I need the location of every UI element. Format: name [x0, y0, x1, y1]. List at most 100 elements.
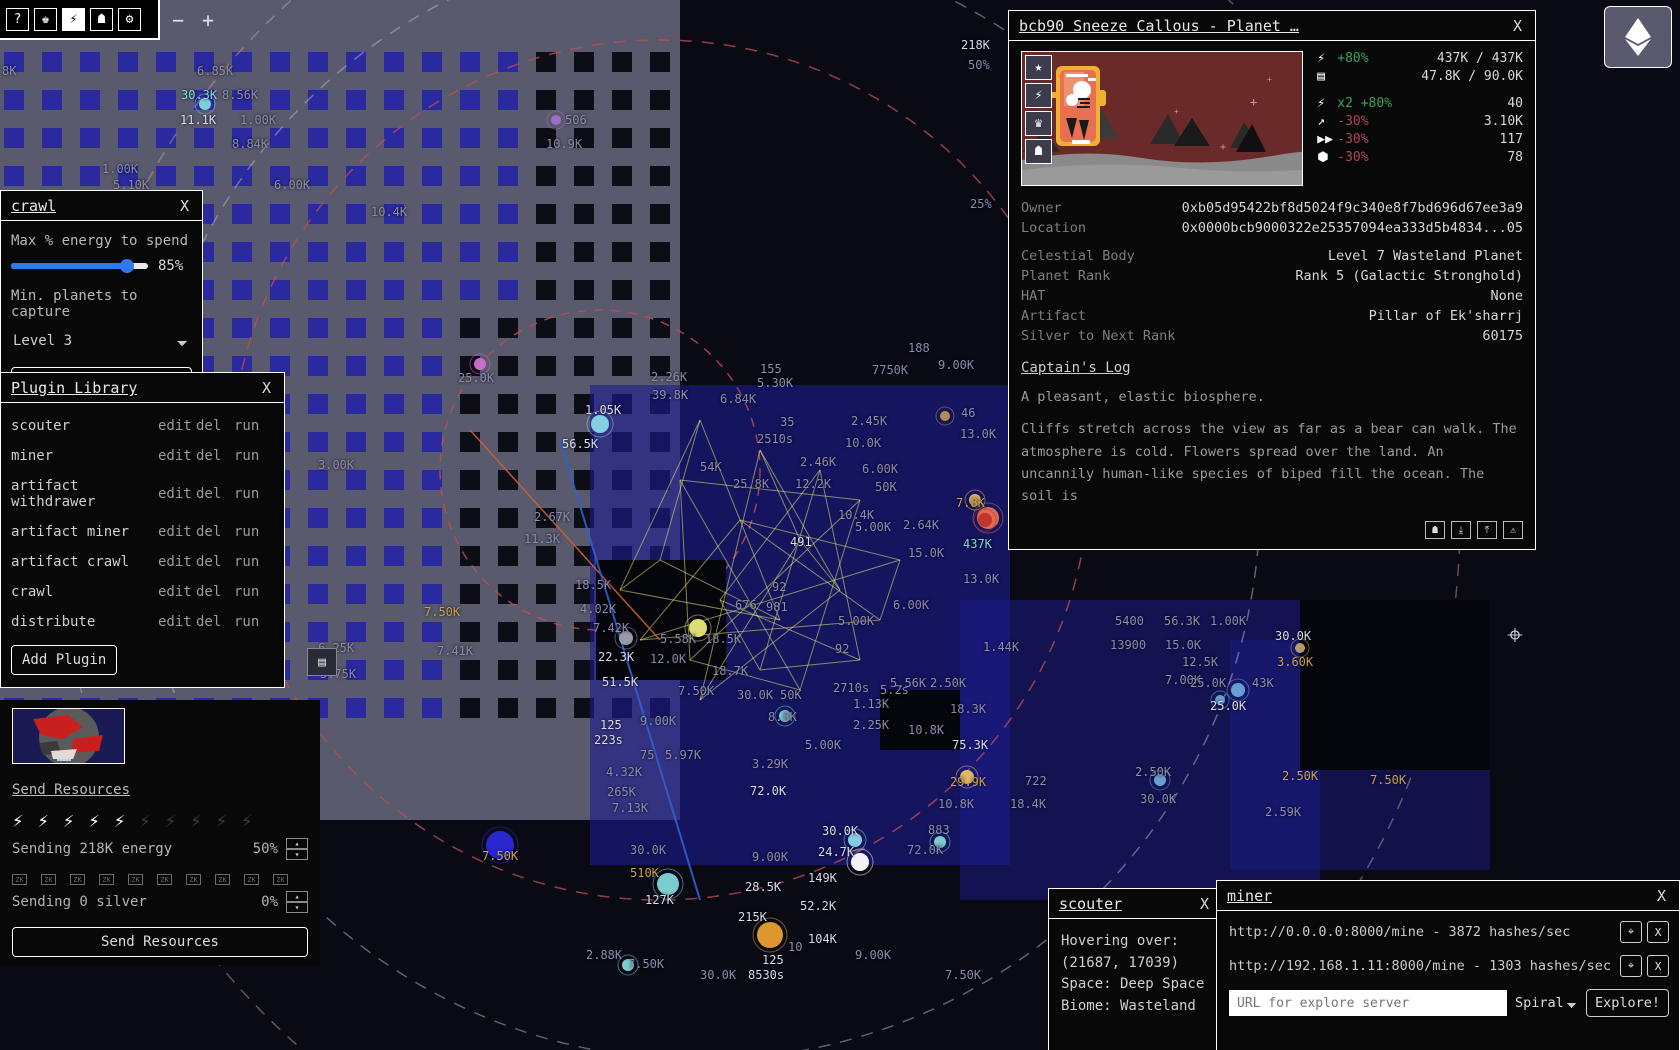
- silver-step-down[interactable]: ▾: [286, 902, 308, 913]
- plugin-edit-button[interactable]: edit: [158, 486, 196, 502]
- energy-bolt-icon[interactable]: ⚡: [114, 810, 125, 832]
- energy-bolt-icon[interactable]: ⚡: [37, 810, 48, 832]
- plugin-icon[interactable]: ⚡: [62, 7, 85, 31]
- silver-icon[interactable]: ZK: [12, 874, 27, 885]
- minimap-toggle-icon[interactable]: ▤: [307, 648, 337, 676]
- plugin-run-button[interactable]: run: [234, 448, 272, 464]
- plugin-run-button[interactable]: run: [234, 524, 272, 540]
- silver-icon[interactable]: ZK: [273, 874, 288, 885]
- explore-button[interactable]: Explore!: [1585, 989, 1669, 1017]
- map-label: 10.0K: [845, 436, 882, 450]
- warning-icon[interactable]: ⚠: [1503, 521, 1523, 540]
- map-label: 30.3K: [181, 88, 218, 102]
- planet-stat-row: ⚡ +80% 437K / 437K: [1317, 51, 1523, 66]
- zoom-in-button[interactable]: +: [202, 8, 214, 32]
- silver-stepper[interactable]: ▴ ▾: [286, 891, 308, 913]
- miner-remove-button[interactable]: X: [1647, 955, 1669, 977]
- trophy-icon[interactable]: ♚: [34, 7, 57, 31]
- energy-bolt-icon[interactable]: ⚡: [88, 810, 99, 832]
- planet-detail-close-button[interactable]: X: [1510, 17, 1525, 35]
- plugin-edit-button[interactable]: edit: [158, 418, 196, 434]
- gift-icon[interactable]: ☗: [90, 7, 113, 31]
- attribute-key: Location: [1021, 220, 1087, 236]
- min-planets-select[interactable]: Level 1Level 2Level 3Level 4Level 5: [11, 329, 192, 353]
- energy-bolt-icon[interactable]: ⚡: [12, 810, 23, 832]
- max-energy-slider[interactable]: [11, 259, 148, 273]
- plugin-del-button[interactable]: del: [196, 554, 234, 570]
- energy-bolt-icon[interactable]: ⚡: [63, 810, 74, 832]
- gift-badge[interactable]: ☗: [1025, 139, 1052, 164]
- plugin-library-close-button[interactable]: X: [259, 379, 274, 397]
- slider-knob[interactable]: [120, 259, 135, 273]
- plugin-row: distribute edit del run: [11, 607, 272, 637]
- silver-step-up[interactable]: ▴: [286, 891, 308, 902]
- planet-artwork: ★ ⚡ ♛ ☗ + + + +: [1021, 51, 1304, 186]
- silver-icon[interactable]: ZK: [70, 874, 85, 885]
- miner-target-icon[interactable]: ⌖: [1620, 955, 1642, 977]
- silver-icon-row[interactable]: ZK ZK ZK ZK ZK ZK ZK ZK ZK ZK: [12, 874, 308, 885]
- map-label: 11.1K: [180, 113, 217, 127]
- energy-stepper[interactable]: ▴ ▾: [286, 838, 308, 860]
- energy-bolt-icon[interactable]: ⚡: [241, 810, 252, 832]
- miner-target-icon[interactable]: ⌖: [1620, 921, 1642, 943]
- silver-icon[interactable]: ZK: [157, 874, 172, 885]
- miner-close-button[interactable]: X: [1654, 887, 1669, 905]
- plugin-edit-button[interactable]: edit: [158, 614, 196, 630]
- plugin-del-button[interactable]: del: [196, 418, 234, 434]
- energy-bolt-icon[interactable]: ⚡: [139, 810, 150, 832]
- energy-bolt-icon[interactable]: ⚡: [190, 810, 201, 832]
- plugin-run-button[interactable]: run: [234, 614, 272, 630]
- plugin-run-button[interactable]: run: [234, 486, 272, 502]
- plugin-run-button[interactable]: run: [234, 554, 272, 570]
- planet-stat-row: ⬢ -30% 78: [1317, 150, 1523, 165]
- plugin-name: artifact withdrawer: [11, 478, 96, 510]
- silver-icon[interactable]: ZK: [99, 874, 114, 885]
- plugin-edit-button[interactable]: edit: [158, 524, 196, 540]
- miner-remove-button[interactable]: X: [1647, 921, 1669, 943]
- upload-icon[interactable]: ⤒: [1477, 521, 1497, 540]
- silver-icon[interactable]: ZK: [41, 874, 56, 885]
- gift-icon[interactable]: ☗: [1425, 521, 1445, 540]
- star-badge[interactable]: ★: [1025, 55, 1052, 80]
- map-label: 10.4K: [371, 205, 408, 219]
- explore-url-input[interactable]: [1229, 990, 1507, 1016]
- plugin-name: crawl: [11, 584, 54, 600]
- energy-bolt-icon[interactable]: ⚡: [216, 810, 227, 832]
- crawl-close-button[interactable]: X: [177, 197, 192, 215]
- plugin-run-button[interactable]: run: [234, 584, 272, 600]
- plugin-del-button[interactable]: del: [196, 584, 234, 600]
- scouter-close-button[interactable]: X: [1197, 895, 1212, 913]
- add-plugin-button[interactable]: Add Plugin: [11, 645, 118, 675]
- energy-step-down[interactable]: ▾: [286, 849, 308, 860]
- send-resources-link[interactable]: Send Resources: [12, 782, 308, 798]
- help-icon[interactable]: ?: [6, 7, 29, 31]
- silver-icon[interactable]: ZK: [244, 874, 259, 885]
- plugin-name: artifact crawl: [11, 554, 130, 570]
- plugin-edit-button[interactable]: edit: [158, 448, 196, 464]
- plugin-edit-button[interactable]: edit: [158, 584, 196, 600]
- map-label: 5.56K: [890, 676, 927, 690]
- energy-badge[interactable]: ⚡: [1025, 83, 1052, 108]
- plugin-del-button[interactable]: del: [196, 448, 234, 464]
- silver-icon[interactable]: ZK: [186, 874, 201, 885]
- silver-icon[interactable]: ZK: [215, 874, 230, 885]
- plugin-del-button[interactable]: del: [196, 614, 234, 630]
- energy-bolt-icon[interactable]: ⚡: [165, 810, 176, 832]
- planet-thumbnail[interactable]: ♛ ⚗: [12, 708, 125, 764]
- plugin-del-button[interactable]: del: [196, 524, 234, 540]
- plugin-edit-button[interactable]: edit: [158, 554, 196, 570]
- energy-step-up[interactable]: ▴: [286, 838, 308, 849]
- plugin-run-button[interactable]: run: [234, 418, 272, 434]
- plugin-del-button[interactable]: del: [196, 486, 234, 502]
- map-label: 30.0K: [700, 968, 737, 982]
- ethereum-button[interactable]: [1604, 6, 1672, 68]
- crown-badge[interactable]: ♛: [1025, 111, 1052, 136]
- download-icon[interactable]: ⤓: [1451, 521, 1471, 540]
- energy-bolt-row[interactable]: ⚡ ⚡ ⚡ ⚡ ⚡ ⚡ ⚡ ⚡ ⚡ ⚡: [12, 810, 308, 832]
- gear-icon[interactable]: ⚙: [118, 7, 141, 31]
- send-resources-button[interactable]: Send Resources: [12, 927, 308, 957]
- explore-pattern-select[interactable]: SpiralSwirlLine: [1512, 993, 1580, 1013]
- silver-icon[interactable]: ZK: [128, 874, 143, 885]
- zoom-out-button[interactable]: −: [172, 8, 184, 32]
- map-label: 75.3K: [952, 738, 989, 752]
